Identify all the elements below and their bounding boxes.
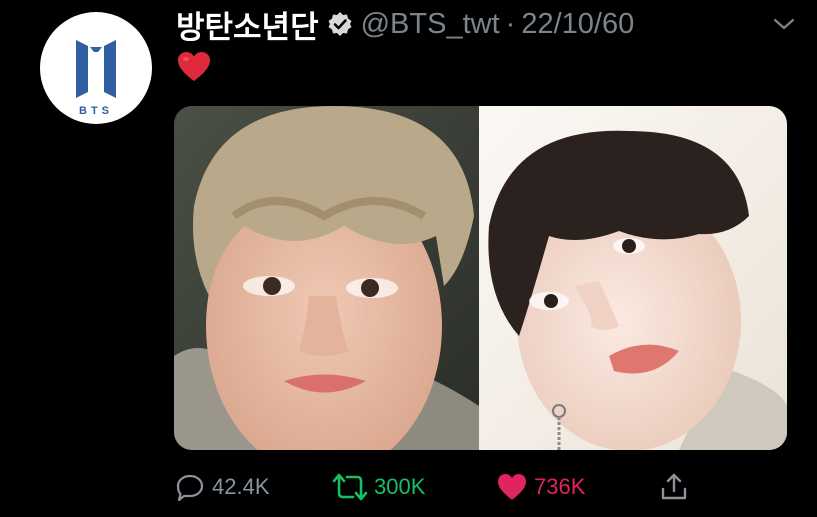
reply-icon [176, 474, 204, 502]
verified-badge-icon [327, 11, 353, 37]
display-name[interactable]: 방탄소년단 [176, 2, 319, 47]
photo-right-image [479, 106, 787, 450]
tweet-media[interactable] [174, 106, 787, 450]
like-button[interactable]: 736K [496, 470, 585, 504]
avatar[interactable]: BTS [40, 12, 152, 124]
retweet-button[interactable]: 300K [332, 470, 425, 504]
separator-dot: · [505, 7, 516, 40]
avatar-logo-text: BTS [79, 105, 113, 117]
share-icon [661, 473, 687, 500]
user-handle[interactable]: @BTS_twt [361, 8, 500, 41]
chevron-down-icon[interactable] [771, 14, 797, 39]
retweet-icon [332, 473, 368, 501]
tweet-actions: 42.4K 300K 736K [174, 470, 714, 504]
reply-button[interactable]: 42.4K [174, 470, 270, 504]
photo-left-image [174, 106, 479, 450]
photo-left[interactable] [174, 106, 479, 450]
reply-count: 42.4K [212, 474, 270, 499]
heart-emoji-icon [178, 52, 210, 81]
tweet-header: 방탄소년단 @BTS_twt · 22/10/60 [176, 2, 634, 47]
heart-icon [498, 474, 526, 500]
tweet-text [176, 50, 212, 93]
bts-logo-icon: BTS [76, 40, 116, 117]
tweet-date[interactable]: 22/10/60 [521, 8, 634, 41]
retweet-count: 300K [374, 474, 426, 499]
share-button[interactable] [658, 470, 690, 504]
photo-right[interactable] [479, 106, 787, 450]
like-count: 736K [534, 474, 586, 499]
